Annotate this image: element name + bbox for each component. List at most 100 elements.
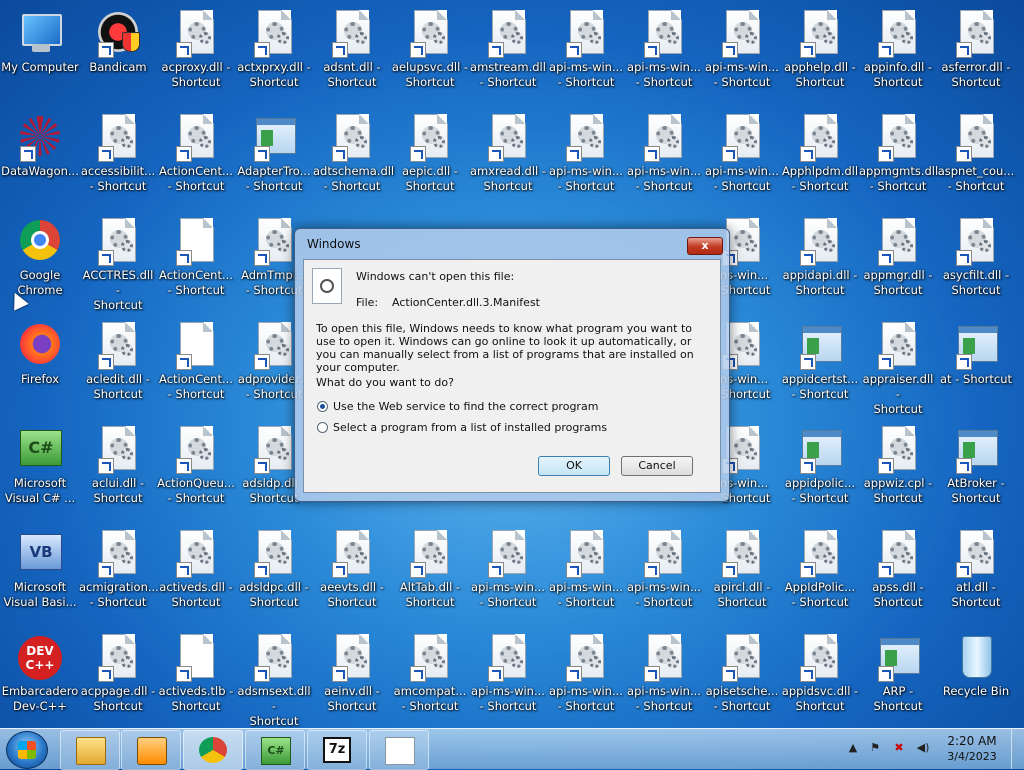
desktop-icon[interactable]: api-ms-win... - Shortcut: [624, 628, 704, 728]
dialog-titlebar[interactable]: Windows x: [295, 229, 729, 259]
desktop-icon[interactable]: api-ms-win... - Shortcut: [546, 524, 626, 624]
dialog-title: Windows: [307, 237, 361, 251]
radio-program-list-label[interactable]: Select a program from a list of installe…: [333, 421, 607, 434]
desktop-icon-label: api-ms-win... - Shortcut: [705, 164, 779, 193]
desktop-icon[interactable]: apisetsche... - Shortcut: [702, 628, 782, 728]
action-center-flag-icon[interactable]: ⚑: [868, 741, 882, 755]
desktop-icon[interactable]: Bandicam: [78, 4, 158, 104]
desktop-icon[interactable]: adsnt.dll - Shortcut: [312, 4, 392, 104]
desktop-icon[interactable]: api-ms-win... - Shortcut: [624, 108, 704, 208]
taskbar-media-player[interactable]: [121, 730, 181, 770]
desktop-icon[interactable]: acledit.dll - Shortcut: [78, 316, 158, 416]
desktop-icon[interactable]: amstream.dll - Shortcut: [468, 4, 548, 104]
desktop-icon[interactable]: VB Microsoft Visual Basi...: [0, 524, 80, 624]
desktop-icon[interactable]: apss.dll - Shortcut: [858, 524, 938, 624]
desktop-icon[interactable]: appwiz.cpl - Shortcut: [858, 420, 938, 520]
desktop-icon[interactable]: acproxy.dll - Shortcut: [156, 4, 236, 104]
desktop-icon[interactable]: Recycle Bin: [936, 628, 1016, 728]
desktop-icon[interactable]: accessibilit... - Shortcut: [78, 108, 158, 208]
taskbar-document[interactable]: [369, 730, 429, 770]
desktop-icon[interactable]: ACCTRES.dll - Shortcut: [78, 212, 158, 312]
desktop-icon[interactable]: adtschema.dll - Shortcut: [312, 108, 394, 208]
desktop-icon[interactable]: appidpolic... - Shortcut: [780, 420, 860, 520]
desktop-icon[interactable]: aelupsvc.dll - Shortcut: [390, 4, 470, 104]
desktop-icon[interactable]: C# Microsoft Visual C# ...: [0, 420, 80, 520]
desktop-icon[interactable]: ActionQueu... - Shortcut: [156, 420, 236, 520]
desktop-icon[interactable]: Apphlpdm.dll - Shortcut: [780, 108, 860, 208]
start-button[interactable]: [6, 731, 48, 769]
desktop-icon[interactable]: DataWagon...: [0, 108, 80, 208]
volume-speaker-icon[interactable]: ◀): [916, 741, 930, 755]
desktop-icon[interactable]: appraiser.dll - Shortcut: [858, 316, 938, 416]
desktop-icon[interactable]: ActionCent... - Shortcut: [156, 108, 236, 208]
desktop-icon[interactable]: api-ms-win... - Shortcut: [624, 4, 704, 104]
desktop-icon[interactable]: activeds.dll - Shortcut: [156, 524, 236, 624]
desktop-icon[interactable]: Firefox: [0, 316, 80, 416]
desktop-icon-label: api-ms-win... - Shortcut: [549, 164, 623, 193]
desktop-icon[interactable]: api-ms-win... - Shortcut: [546, 628, 626, 728]
radio-web-service[interactable]: [317, 401, 328, 412]
desktop-icon[interactable]: apircl.dll - Shortcut: [702, 524, 782, 624]
desktop-icon[interactable]: ARP - Shortcut: [858, 628, 938, 728]
taskbar-visual-csharp[interactable]: C#: [245, 730, 305, 770]
desktop-icon[interactable]: AltTab.dll - Shortcut: [390, 524, 470, 624]
desktop-icon[interactable]: aspnet_cou... - Shortcut: [936, 108, 1016, 208]
desktop-icon[interactable]: aclui.dll - Shortcut: [78, 420, 158, 520]
desktop-icon[interactable]: appidcertst... - Shortcut: [780, 316, 860, 416]
desktop-icon[interactable]: activeds.tlb - Shortcut: [156, 628, 236, 728]
desktop-icon[interactable]: appidsvc.dll - Shortcut: [780, 628, 860, 728]
desktop-icon[interactable]: appmgmts.dll - Shortcut: [858, 108, 938, 208]
desktop-icon[interactable]: acppage.dll - Shortcut: [78, 628, 158, 728]
desktop-icon[interactable]: ActionCent... - Shortcut: [156, 316, 236, 416]
ok-button[interactable]: OK: [538, 456, 610, 476]
shortcut-arrow-icon: [566, 146, 582, 162]
desktop-icon[interactable]: My Computer: [0, 4, 80, 104]
show-hidden-icons-chevron-up-icon[interactable]: ▲: [846, 741, 860, 755]
file-icon: [172, 218, 220, 266]
desktop[interactable]: My Computer Bandicam acproxy.dll - Shortcu…: [0, 0, 1024, 728]
dialog-close-button[interactable]: x: [687, 237, 723, 255]
radio-web-service-label[interactable]: Use the Web service to find the correct …: [333, 400, 598, 413]
desktop-icon[interactable]: apphelp.dll - Shortcut: [780, 4, 860, 104]
desktop-icon[interactable]: api-ms-win... - Shortcut: [702, 4, 782, 104]
desktop-icon[interactable]: appinfo.dll - Shortcut: [858, 4, 938, 104]
taskbar-explorer[interactable]: [60, 730, 120, 770]
radio-program-list[interactable]: [317, 422, 328, 433]
desktop-icon[interactable]: asycfilt.dll - Shortcut: [936, 212, 1016, 312]
desktop-icon[interactable]: acmigration... - Shortcut: [78, 524, 159, 624]
desktop-icon[interactable]: amcompat... - Shortcut: [390, 628, 470, 728]
desktop-icon[interactable]: api-ms-win... - Shortcut: [702, 108, 782, 208]
desktop-icon[interactable]: aeevts.dll - Shortcut: [312, 524, 392, 624]
show-desktop-button[interactable]: [1011, 729, 1024, 769]
desktop-icon[interactable]: api-ms-win... - Shortcut: [546, 4, 626, 104]
shortcut-arrow-icon: [722, 562, 738, 578]
desktop-icon[interactable]: api-ms-win... - Shortcut: [468, 628, 548, 728]
clock-time[interactable]: 2:20 AM: [940, 734, 1004, 748]
desktop-icon[interactable]: adsldpc.dll - Shortcut: [234, 524, 314, 624]
clock-date[interactable]: 3/4/2023: [940, 750, 1004, 763]
taskbar-chrome[interactable]: [183, 730, 243, 770]
desktop-icon[interactable]: amxread.dll - Shortcut: [468, 108, 548, 208]
desktop-icon[interactable]: adsmsext.dll - Shortcut: [234, 628, 314, 728]
desktop-icon[interactable]: atl.dll - Shortcut: [936, 524, 1016, 624]
taskbar-7zip[interactable]: 7z: [307, 730, 367, 770]
desktop-icon[interactable]: api-ms-win... - Shortcut: [624, 524, 704, 624]
desktop-icon[interactable]: aepic.dll - Shortcut: [390, 108, 470, 208]
desktop-icon[interactable]: actxprxy.dll - Shortcut: [234, 4, 314, 104]
desktop-icon[interactable]: api-ms-win... - Shortcut: [468, 524, 548, 624]
desktop-icon[interactable]: AtBroker - Shortcut: [936, 420, 1016, 520]
shortcut-arrow-icon: [254, 458, 270, 474]
desktop-icon[interactable]: DEV C++ Embarcadero Dev-C++: [0, 628, 80, 728]
desktop-icon[interactable]: AdapterTro... - Shortcut: [234, 108, 314, 208]
desktop-icon[interactable]: appmgr.dll - Shortcut: [858, 212, 938, 312]
desktop-icon[interactable]: ActionCent... - Shortcut: [156, 212, 236, 312]
dll-gear-file-icon: [874, 114, 922, 162]
network-icon[interactable]: ✖: [892, 741, 906, 755]
cancel-button[interactable]: Cancel: [621, 456, 693, 476]
desktop-icon[interactable]: AppIdPolic... - Shortcut: [780, 524, 860, 624]
desktop-icon[interactable]: appidapi.dll - Shortcut: [780, 212, 860, 312]
desktop-icon[interactable]: aeinv.dll - Shortcut: [312, 628, 392, 728]
desktop-icon[interactable]: at - Shortcut: [936, 316, 1016, 416]
desktop-icon[interactable]: api-ms-win... - Shortcut: [546, 108, 626, 208]
desktop-icon[interactable]: asferror.dll - Shortcut: [936, 4, 1016, 104]
